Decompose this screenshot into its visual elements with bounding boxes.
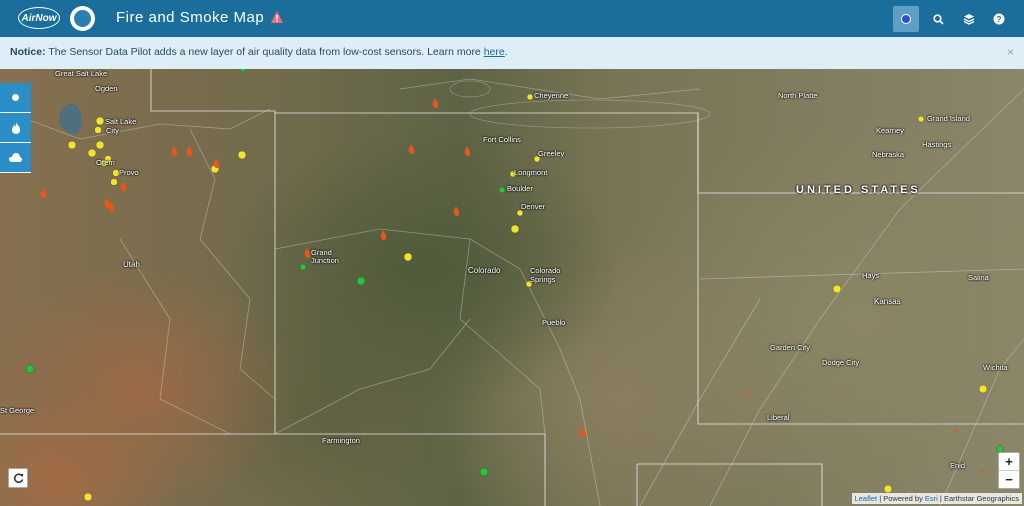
help-icon: ? bbox=[993, 13, 1005, 25]
city-label: Provo bbox=[119, 168, 139, 177]
city-label: North Platte bbox=[778, 91, 818, 100]
attribution-text: | Earthstar Geographics bbox=[937, 494, 1019, 503]
city-label: Kearney bbox=[876, 126, 904, 135]
agency-seal-logo bbox=[70, 6, 95, 31]
svg-text:?: ? bbox=[997, 15, 1002, 24]
city-label: Junction bbox=[311, 256, 339, 265]
leaflet-link[interactable]: Leaflet bbox=[855, 494, 878, 503]
state-label-nebraska: Nebraska bbox=[872, 150, 905, 159]
city-label: Salina bbox=[968, 273, 989, 282]
city-label: Orem bbox=[96, 158, 115, 167]
city-label: Great Salt Lake bbox=[55, 69, 108, 78]
city-label: Denver bbox=[521, 202, 546, 211]
city-label: Grand Island bbox=[927, 114, 970, 123]
sensor-dot-icon bbox=[901, 14, 911, 24]
esri-link[interactable]: Esri bbox=[925, 494, 938, 503]
refresh-button[interactable] bbox=[8, 468, 28, 488]
layer-toolbar bbox=[0, 83, 31, 173]
zoom-control: + − bbox=[998, 452, 1020, 489]
map-attribution: Leaflet | Powered by Esri | Earthstar Ge… bbox=[851, 493, 1022, 504]
sensor-toggle-button[interactable] bbox=[893, 6, 919, 32]
zoom-in-button[interactable]: + bbox=[999, 453, 1019, 470]
layers-icon bbox=[963, 14, 975, 25]
map-canvas[interactable]: Great Salt Lake Ogden Salt Lake City Ore… bbox=[0, 69, 1024, 506]
layers-button[interactable] bbox=[956, 6, 982, 32]
city-label: Boulder bbox=[507, 184, 533, 193]
refresh-icon bbox=[13, 473, 23, 483]
app-header: AirNow Fire and Smoke Map ? bbox=[0, 0, 1024, 37]
monitors-layer-button[interactable] bbox=[0, 83, 31, 113]
close-icon[interactable]: × bbox=[1007, 45, 1014, 59]
sensor-yellow-dots bbox=[67, 93, 988, 502]
warning-icon[interactable] bbox=[270, 10, 284, 24]
zoom-out-button[interactable]: − bbox=[999, 470, 1019, 488]
search-icon bbox=[932, 13, 944, 25]
city-label: Garden City bbox=[770, 343, 811, 352]
city-label: Colorado bbox=[530, 266, 561, 275]
sensor-green-dots bbox=[25, 69, 1004, 477]
city-label: Fort Collins bbox=[483, 135, 521, 144]
city-label: Longmont bbox=[514, 168, 548, 177]
city-label: Cheyenne bbox=[534, 91, 569, 100]
learn-more-link[interactable]: here bbox=[484, 46, 505, 58]
page-title: Fire and Smoke Map bbox=[116, 9, 265, 26]
smoke-layer-button[interactable] bbox=[0, 143, 31, 173]
city-label: Hastings bbox=[922, 140, 952, 149]
country-label: UNITED STATES bbox=[796, 184, 921, 196]
city-label: Farmington bbox=[322, 436, 360, 445]
notice-text: The Sensor Data Pilot adds a new layer o… bbox=[45, 46, 484, 58]
city-label: Pueblo bbox=[542, 318, 566, 327]
notice-label: Notice: bbox=[10, 46, 46, 58]
city-label: St George bbox=[0, 406, 35, 415]
city-label: Wichita bbox=[983, 363, 1008, 372]
state-label-kansas: Kansas bbox=[874, 297, 901, 306]
city-label: Ogden bbox=[95, 84, 118, 93]
city-label: Hays bbox=[862, 271, 880, 280]
notice-end: . bbox=[504, 46, 508, 58]
monitor-dot-icon bbox=[12, 94, 19, 101]
city-label: Springs bbox=[530, 275, 556, 284]
airnow-logo[interactable]: AirNow bbox=[18, 7, 60, 29]
attribution-text: | Powered by bbox=[877, 494, 925, 503]
fire-markers bbox=[40, 98, 984, 473]
city-label: Greeley bbox=[538, 149, 565, 158]
city-label: Dodge City bbox=[822, 358, 860, 367]
city-label: Enid bbox=[950, 461, 966, 470]
fires-layer-button[interactable] bbox=[0, 113, 31, 143]
city-label: Salt Lake bbox=[105, 117, 137, 126]
state-label-utah: Utah bbox=[123, 260, 140, 269]
state-label-colorado: Colorado bbox=[468, 266, 501, 275]
fire-icon bbox=[11, 121, 20, 134]
help-button[interactable]: ? bbox=[986, 6, 1012, 32]
city-label: Liberal bbox=[767, 413, 790, 422]
great-salt-lake bbox=[59, 103, 83, 136]
cloud-icon bbox=[9, 153, 22, 162]
city-label: City bbox=[106, 126, 119, 135]
notice-banner: Notice: The Sensor Data Pilot adds a new… bbox=[0, 37, 1024, 69]
search-button[interactable] bbox=[925, 6, 951, 32]
